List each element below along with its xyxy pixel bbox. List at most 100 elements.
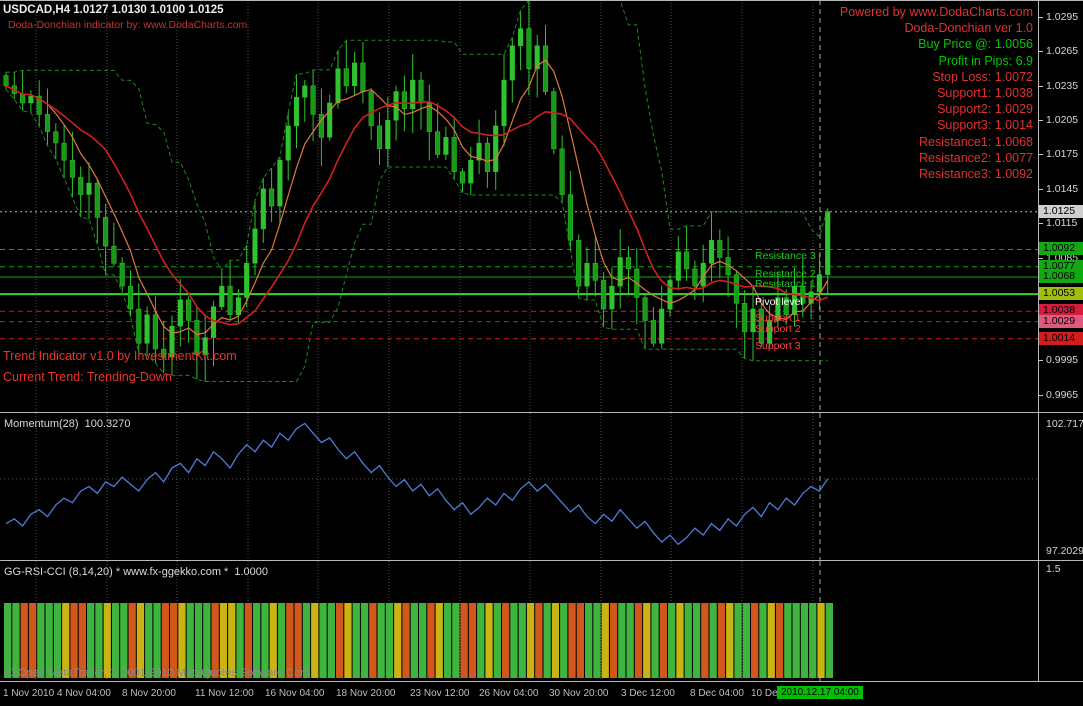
gg-bar (360, 603, 369, 678)
current-trend-label: Current Trend: Trending-Down (3, 370, 172, 384)
gg-bar (427, 603, 435, 678)
gg-bar (734, 603, 742, 678)
gg-bar (775, 603, 784, 678)
candle-body (28, 95, 34, 104)
candle-body (360, 62, 366, 92)
symbol-ohlc-title: USDCAD,H4 1.0127 1.0130 1.0100 1.0125 (3, 4, 224, 16)
panel-separator (0, 412, 1083, 413)
candle-body (94, 182, 100, 218)
trend-indicator-credit: Trend Indicator v1.0 by InvestmentKit.co… (3, 349, 237, 363)
gg-value: 1.0000 (234, 566, 268, 578)
candle-body (53, 131, 59, 144)
gg-bar (825, 603, 833, 678)
overlay-info-line: Buy Price @: 1.0056 (918, 37, 1033, 52)
candle-body (576, 240, 582, 287)
gg-bar (701, 603, 709, 678)
candle-body (352, 62, 358, 87)
price-tick-label: 1.0205 (1046, 114, 1079, 126)
time-label: 4 Nov 04:00 (57, 688, 111, 699)
gg-rsi-cci-canvas[interactable] (0, 561, 1038, 681)
candle-body (501, 79, 507, 127)
candle-body (302, 85, 308, 98)
price-tick-label: 0.9995 (1046, 354, 1079, 366)
time-label: 8 Nov 20:00 (122, 688, 176, 699)
overlay-info-line: Resistance3: 1.0092 (919, 167, 1033, 182)
candle-body (401, 91, 407, 110)
candle-body (684, 251, 690, 270)
candle-body (659, 308, 665, 344)
gg-bar (609, 603, 618, 678)
gg-bar (468, 603, 477, 678)
price-scale[interactable]: 1.0295 1.0265 1.0235 1.0205 1.0175 1.0145 1.01… (1039, 0, 1083, 682)
candle-body (227, 285, 233, 315)
price-tick-label: 1.0265 (1046, 45, 1079, 57)
price-tick-label: 0.9965 (1046, 389, 1079, 401)
candle-body (825, 211, 831, 275)
candle-body (742, 303, 748, 333)
chart-header: USDCAD,H4 1.0127 1.0130 1.0100 1.0125 Do… (3, 4, 247, 31)
time-axis[interactable]: 1 Nov 2010 4 Nov 04:00 8 Nov 20:00 11 Nov 1… (0, 682, 1083, 706)
gg-bar (327, 603, 335, 678)
trend-indicator-block: Trend Indicator v1.0 by InvestmentKit.co… (3, 346, 237, 388)
candle-body (592, 262, 598, 281)
gg-name: GG-RSI-CCI (8,14,20) * www.fx-ggekko.com… (4, 566, 229, 578)
gg-bar (626, 603, 634, 678)
time-label: 30 Nov 20:00 (549, 688, 609, 699)
gg-bar (684, 603, 692, 678)
gg-bar (452, 603, 460, 678)
candle-body (567, 194, 573, 241)
main-chart-panel[interactable]: USDCAD,H4 1.0127 1.0130 1.0100 1.0125 Do… (0, 0, 1038, 412)
momentum-canvas[interactable] (0, 413, 1038, 560)
candle-body (119, 262, 125, 287)
candle-body (418, 79, 424, 104)
gg-bar (751, 603, 759, 678)
candle-body (542, 45, 549, 92)
scale-tick-mark (1039, 258, 1043, 259)
scale-tick-mark (1039, 51, 1043, 52)
candle-body (210, 306, 217, 338)
gg-rsi-cci-panel[interactable]: GG-RSI-CCI (8,14,20) * www.fx-ggekko.com… (0, 561, 1038, 681)
scale-separator (1038, 0, 1039, 682)
scale-tick-mark (1039, 395, 1043, 396)
candle-body (509, 45, 515, 81)
gg-bar (518, 603, 526, 678)
candle-body (617, 257, 623, 287)
panel-separator (0, 681, 1083, 682)
momentum-scale-label: 97.2029 (1046, 545, 1083, 557)
gg-bar (800, 603, 809, 678)
momentum-panel[interactable]: Momentum(28) 100.3270 (0, 413, 1038, 560)
scale-tick-mark (1039, 154, 1043, 155)
gg-bar (618, 603, 626, 678)
overlay-info-line: Powered by www.DodaCharts.com (839, 5, 1033, 19)
price-tick-label: 1.0145 (1046, 183, 1079, 195)
gg-bar (767, 603, 775, 678)
panel-separator (0, 560, 1083, 561)
candle-body (293, 97, 300, 127)
candle-body (111, 245, 117, 264)
gg-bar (742, 603, 750, 678)
gg-bar (377, 603, 385, 678)
candle-body (642, 297, 648, 321)
candle-body (443, 137, 449, 155)
gg-bar (709, 603, 717, 678)
candle-body (69, 159, 75, 178)
candle-body (44, 114, 51, 132)
overlay-info-line: Profit in Pips: 6.9 (938, 53, 1034, 68)
candle-body (459, 171, 466, 184)
gg-bar (535, 603, 543, 678)
price-badge: 1.0125 (1039, 205, 1083, 218)
gg-bar (344, 603, 352, 678)
mt4-chart-window: USDCAD,H4 1.0127 1.0130 1.0100 1.0125 Do… (0, 0, 1083, 706)
candle-body (717, 240, 723, 258)
resistance-label: Resistance 3 (755, 250, 816, 262)
scale-tick-mark (1039, 360, 1043, 361)
gg-bar (394, 603, 402, 678)
support-label: Support 3 (755, 340, 801, 352)
platform-copyright: FXOpen MetaTrader, © 2001-2010 MetaQuote… (4, 667, 314, 679)
time-label: 3 Dec 12:00 (621, 688, 675, 699)
time-label: 26 Nov 04:00 (479, 688, 539, 699)
candle-body (152, 314, 158, 350)
gg-bar (385, 603, 394, 678)
candle-body (310, 85, 316, 115)
gg-bar (676, 603, 684, 678)
